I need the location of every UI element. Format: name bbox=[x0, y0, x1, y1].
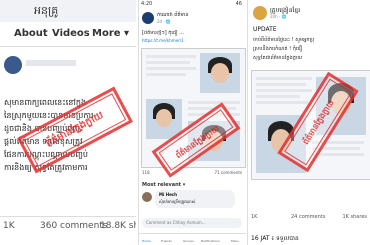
right-screenshot: គ្រូបង្រៀនខ្មែរ 20h · 🌐 UPDATE ចាប់ពីព័ត… bbox=[247, 0, 370, 245]
post-link[interactable]: https://t.me/khmer/1 bbox=[142, 38, 184, 43]
nav-notifications[interactable]: Notifications bbox=[201, 239, 220, 243]
reaction-count[interactable]: 1K bbox=[3, 221, 15, 231]
reaction-count[interactable]: 118 bbox=[142, 170, 150, 175]
post-stats: 1K 360 comments 18.8K shares bbox=[0, 216, 136, 237]
post-text: [​ព័ត៌មានថ្មីៗ​] កុំជឿ ... bbox=[142, 30, 185, 36]
bottom-nav: Home Friends Groups Notifications Menu bbox=[139, 233, 246, 245]
comment-count[interactable]: 24 comments bbox=[291, 214, 325, 220]
nav-groups[interactable]: Groups bbox=[183, 239, 194, 243]
commenter-avatar bbox=[142, 192, 152, 202]
page-meta: 20h · 🌐 bbox=[270, 14, 287, 19]
profile-photo bbox=[200, 53, 240, 93]
share-count[interactable]: 1K shares bbox=[342, 214, 367, 220]
nav-menu[interactable]: Menu bbox=[231, 239, 239, 243]
reaction-count[interactable]: 1K bbox=[251, 214, 257, 220]
page-avatar bbox=[142, 12, 154, 24]
status-bar: 4:20 46 bbox=[141, 1, 242, 7]
post-stats: 1K 24 comments 1K shares bbox=[251, 212, 369, 224]
post-line: ការនិងឲ្យ សុទ្ធតែត្រូវតាមការ bbox=[4, 163, 88, 172]
nav-friends[interactable]: Friends bbox=[161, 239, 172, 243]
comment-count[interactable]: 360 comments bbox=[40, 221, 108, 231]
page-name[interactable]: កាណាវា ព័ត៌មាន bbox=[157, 12, 189, 19]
commenter-name[interactable]: Mi Hech bbox=[159, 192, 177, 197]
comment-input[interactable]: Comment as Chhay Asmum... bbox=[142, 218, 242, 228]
page-header: អនុគ្រូ bbox=[0, 0, 136, 22]
post-line: សុទ្ធតែជាព័ត៌មានក្លែងក្លាយ bbox=[253, 55, 303, 61]
post-author-bar bbox=[26, 60, 76, 66]
nav-home[interactable]: Home bbox=[142, 239, 151, 243]
comment-text: សុំពត៌មានត្រឹមត្រូវណាស់ bbox=[159, 199, 196, 204]
comment-count[interactable]: 71 comments bbox=[215, 170, 242, 175]
tab-about[interactable]: About bbox=[14, 28, 48, 39]
post-avatar bbox=[4, 56, 22, 74]
page-meta: 2d · 🌐 bbox=[157, 19, 171, 24]
post-body: ចាប់ពីព័ត៌មានថ្ងៃនេះ ! សូមអ្នកប្រុ ស្របន… bbox=[253, 36, 369, 63]
page-avatar bbox=[253, 6, 267, 20]
share-count[interactable]: 18.8K shares bbox=[100, 221, 136, 231]
tab-more[interactable]: More ▾ bbox=[92, 28, 129, 39]
update-label: UPDATE bbox=[253, 26, 277, 33]
comment-sort[interactable]: Most relevant ▾ bbox=[142, 182, 185, 188]
page-title: អនុគ្រូ bbox=[34, 4, 59, 17]
post-line: ស្របនឹងការកំណត់ ! កុំជឿ bbox=[253, 46, 303, 52]
middle-screenshot: 4:20 46 កាណាវា ព័ត៌មាន 2d · 🌐 [​ព័ត៌មានថ… bbox=[138, 0, 246, 245]
post-footer: 16 JAT ៖ ទទួលបាន bbox=[251, 235, 299, 242]
left-screenshot: អនុគ្រូ About Videos More ▾ សុ​មានពាក្យព… bbox=[0, 0, 136, 245]
tab-videos[interactable]: Videos bbox=[52, 28, 90, 39]
comment-bubble: Mi Hech សុំពត៌មានត្រឹមត្រូវណាស់ bbox=[155, 190, 235, 208]
post-line: ចាប់ពីព័ត៌មានថ្ងៃនេះ ! សូមអ្នកប្រុ bbox=[253, 37, 315, 43]
page-tabs: About Videos More ▾ bbox=[0, 24, 136, 47]
